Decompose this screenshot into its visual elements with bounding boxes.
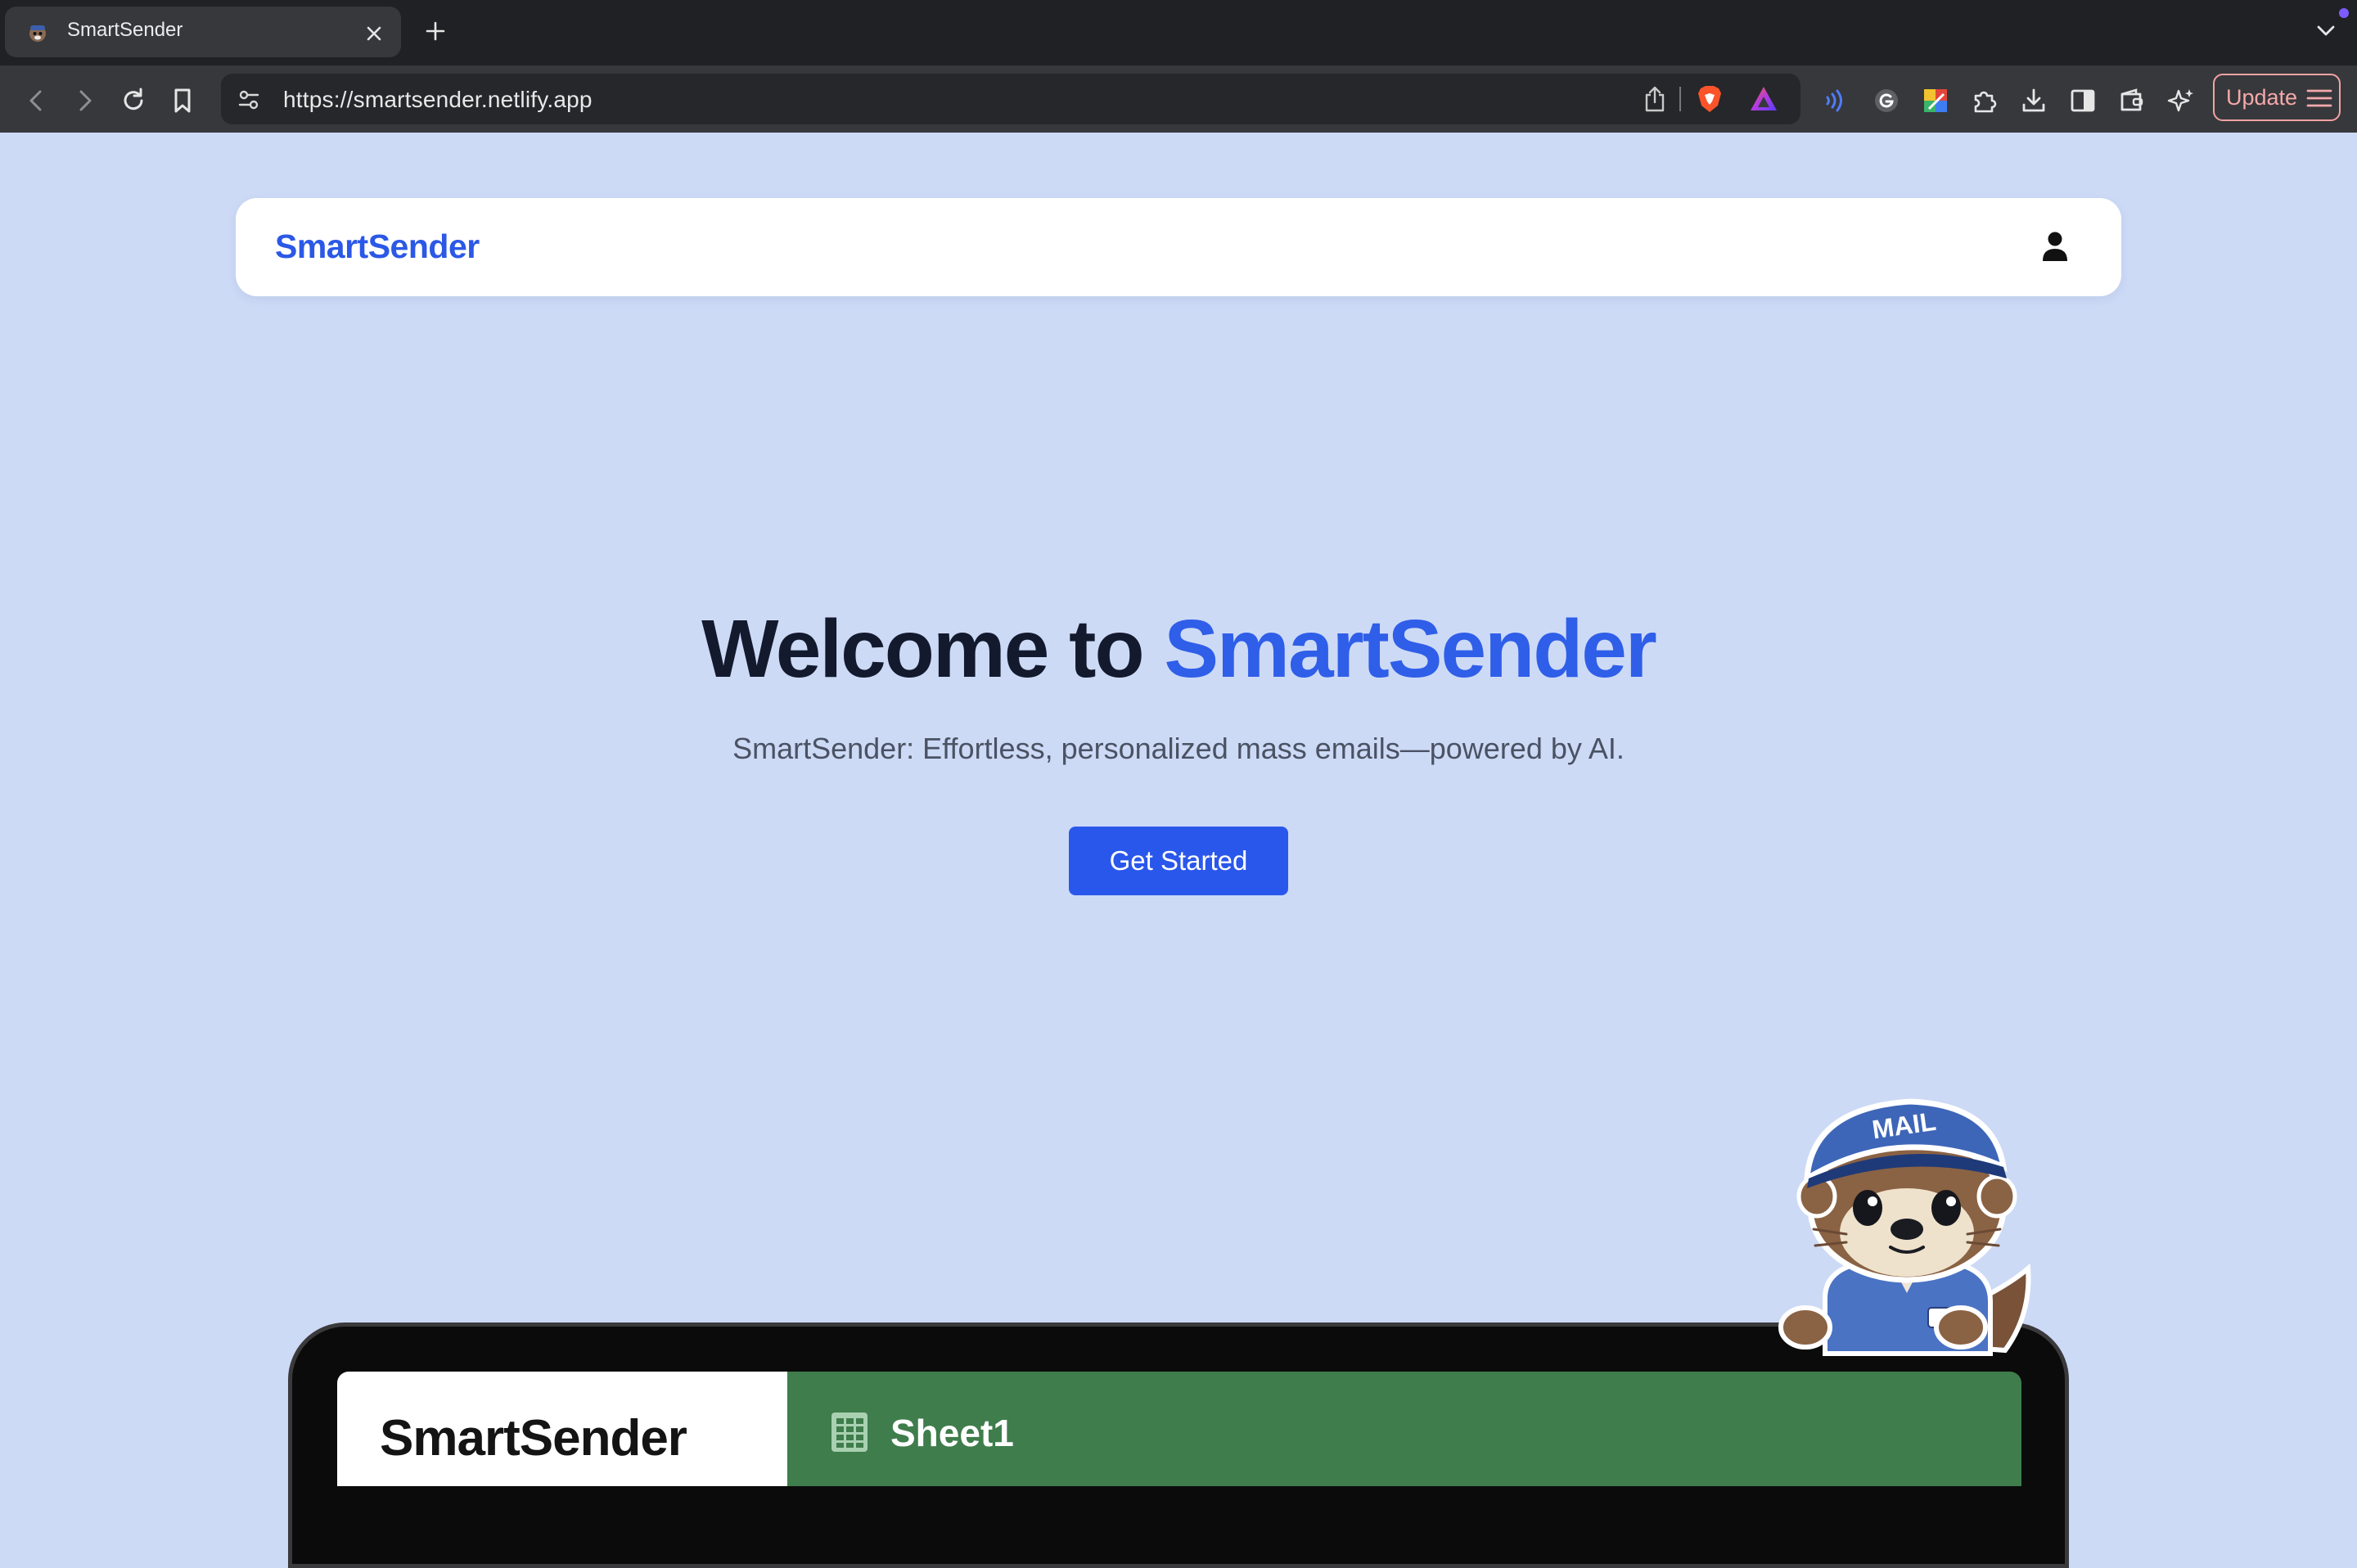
- browser-toolbar: https://smartsender.netlify.app Update: [0, 65, 2357, 133]
- sheet-name: Sheet1: [890, 1412, 1014, 1454]
- preview-app-header: SmartSender: [337, 1372, 787, 1486]
- site-logo[interactable]: SmartSender: [275, 228, 480, 266]
- chevron-down-icon[interactable]: [2316, 25, 2336, 38]
- speedreader-icon[interactable]: [1822, 87, 1850, 115]
- hero-title-brand: SmartSender: [1164, 603, 1656, 695]
- wallet-icon[interactable]: [2118, 87, 2146, 115]
- brave-rewards-icon[interactable]: [1748, 83, 1779, 115]
- sidebar-icon[interactable]: [2069, 87, 2097, 115]
- otter-mascot-illustration: MAIL: [1778, 1098, 2031, 1356]
- url-text[interactable]: https://smartsender.netlify.app: [283, 87, 593, 113]
- otter-favicon-icon: [29, 25, 46, 42]
- share-icon[interactable]: [1642, 85, 1668, 113]
- grammarly-icon[interactable]: [1873, 87, 1900, 115]
- brave-shields-icon[interactable]: [1694, 83, 1725, 115]
- notification-dot: [2339, 8, 2349, 18]
- hero-title: Welcome to SmartSender: [0, 602, 2357, 696]
- browser-tab-bar: SmartSender: [0, 0, 2357, 65]
- user-account-icon[interactable]: [2041, 231, 2069, 262]
- preview-brand: SmartSender: [380, 1410, 687, 1467]
- extensions-puzzle-icon[interactable]: [1971, 87, 1999, 115]
- back-icon[interactable]: [23, 87, 51, 115]
- get-started-button[interactable]: Get Started: [1069, 827, 1288, 895]
- hero-subtitle: SmartSender: Effortless, personalized ma…: [732, 732, 1625, 765]
- tab-title: SmartSender: [67, 19, 183, 41]
- reload-icon[interactable]: [119, 87, 147, 115]
- spreadsheet-icon: [831, 1413, 868, 1452]
- close-tab-icon[interactable]: [367, 26, 381, 41]
- color-picker-extension-icon[interactable]: [1922, 87, 1949, 115]
- update-label: Update: [2226, 85, 2298, 110]
- divider: [1679, 87, 1681, 111]
- new-tab-icon[interactable]: [426, 21, 445, 41]
- hero-title-prefix: Welcome to: [701, 603, 1165, 695]
- browser-tab-active[interactable]: SmartSender: [5, 7, 401, 57]
- leo-ai-sparkle-icon[interactable]: [2167, 87, 2195, 115]
- forward-icon[interactable]: [70, 87, 98, 115]
- site-navbar: SmartSender: [236, 198, 2121, 296]
- bookmark-icon[interactable]: [169, 87, 196, 115]
- preview-sheet-header: Sheet1: [787, 1372, 2021, 1486]
- address-bar[interactable]: https://smartsender.netlify.app: [221, 74, 1800, 124]
- download-icon[interactable]: [2020, 87, 2048, 115]
- site-settings-icon[interactable]: [237, 88, 260, 111]
- update-button[interactable]: Update: [2213, 74, 2341, 121]
- menu-icon: [2306, 89, 2332, 107]
